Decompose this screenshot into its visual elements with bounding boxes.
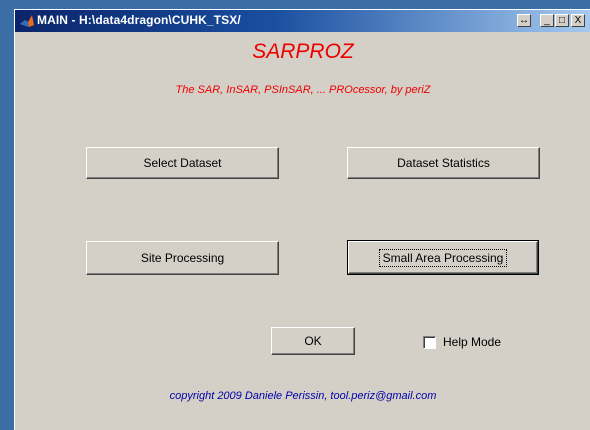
help-mode-label: Help Mode: [443, 335, 502, 349]
minimize-button[interactable]: _: [540, 14, 554, 27]
help-mode-toggle[interactable]: Help Mode: [423, 335, 501, 349]
select-dataset-label: Select Dataset: [143, 156, 222, 170]
window-title: MAIN - H:\data4dragon\CUHK_TSX/: [37, 13, 241, 27]
small-area-processing-button[interactable]: Small Area Processing: [347, 240, 539, 275]
help-mode-checkbox[interactable]: [423, 335, 436, 349]
resize-icon: ↔: [519, 15, 529, 26]
close-button[interactable]: X: [571, 14, 585, 27]
dataset-statistics-button[interactable]: Dataset Statistics: [347, 147, 540, 179]
app-name-heading: SARPROZ: [252, 40, 354, 63]
ok-label: OK: [304, 334, 322, 348]
title-bar[interactable]: MAIN - H:\data4dragon\CUHK_TSX/ ↔ _ □ X: [15, 10, 590, 32]
main-window: MAIN - H:\data4dragon\CUHK_TSX/ ↔ _ □ X …: [14, 9, 590, 430]
site-processing-button[interactable]: Site Processing: [86, 241, 279, 275]
ok-button[interactable]: OK: [271, 327, 355, 355]
minimize-icon: _: [544, 15, 550, 26]
resize-button[interactable]: ↔: [517, 14, 531, 27]
app-tagline: The SAR, InSAR, PSInSAR, ... PROcessor, …: [175, 84, 431, 96]
select-dataset-button[interactable]: Select Dataset: [86, 147, 279, 179]
matlab-icon: [20, 15, 34, 27]
maximize-icon: □: [558, 15, 566, 26]
maximize-button[interactable]: □: [555, 14, 569, 27]
site-processing-label: Site Processing: [140, 251, 225, 265]
close-icon: X: [574, 15, 582, 26]
copyright-footer: copyright 2009 Daniele Perissin, tool.pe…: [169, 390, 437, 402]
small-area-processing-label: Small Area Processing: [378, 248, 508, 267]
dataset-statistics-label: Dataset Statistics: [397, 156, 490, 170]
